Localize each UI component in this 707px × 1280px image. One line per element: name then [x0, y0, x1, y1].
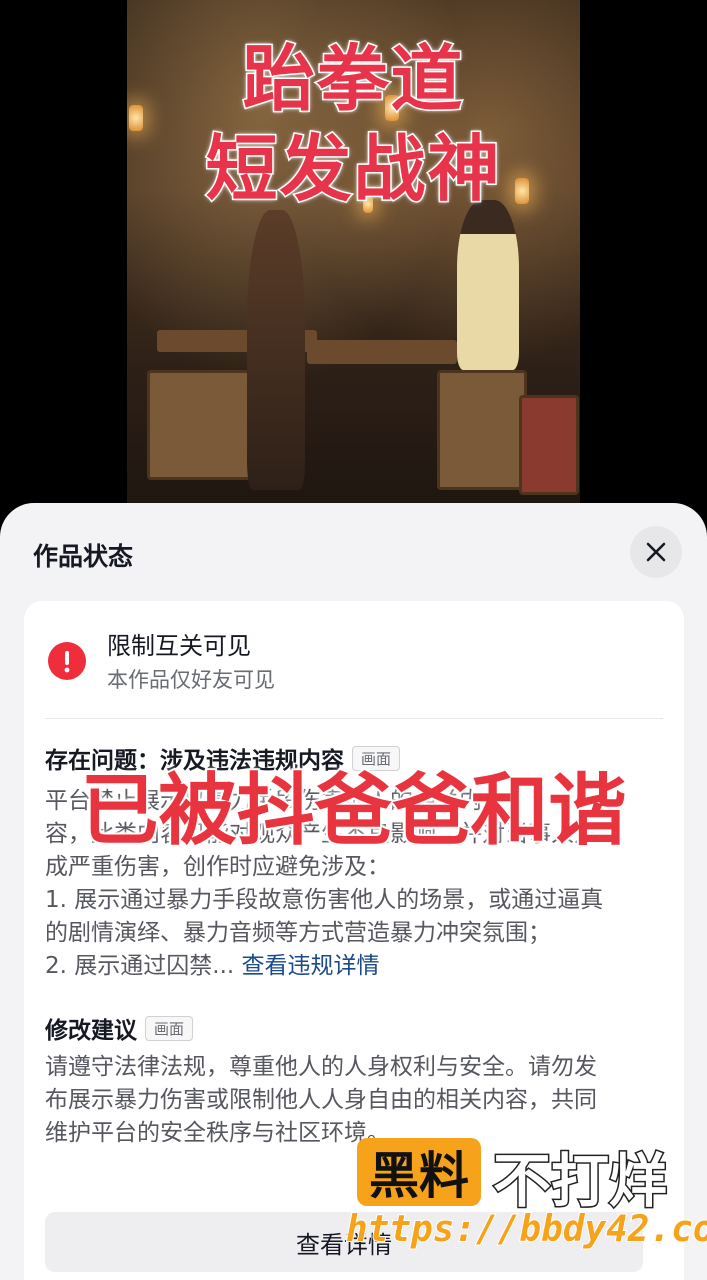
problem-line: 的剧情演绎、暴力音频等方式营造暴力冲突氛围； [45, 920, 551, 946]
suggestion-line: 请遵守法律法规，尊重他人的人身权利与安全。请勿发 [45, 1054, 597, 1080]
brand-url: https://bbdy42.com [345, 1208, 707, 1251]
status-label: 限制互关可见 [107, 632, 251, 660]
problem-line-last: 2. 展示通过囚禁... 查看违规详情 [45, 950, 665, 983]
close-icon [646, 542, 666, 562]
video-overlay-title-line2: 短发战神 [204, 126, 502, 213]
chair-decor [147, 370, 252, 480]
view-violation-details-link[interactable]: 查看违规详情 [242, 953, 380, 979]
chair-decor [437, 370, 527, 490]
person-figure [457, 200, 519, 370]
problem-line: 2. 展示通过囚禁... [45, 953, 235, 979]
divider [45, 718, 663, 719]
brand-tail: 不打烊 [491, 1146, 668, 1217]
status-sublabel: 本作品仅好友可见 [107, 668, 275, 692]
exclamation-icon [48, 642, 86, 680]
suggestion-line: 布展示暴力伤害或限制他人人身自由的相关内容，共同 [45, 1087, 597, 1113]
sheet-title: 作品状态 [33, 542, 134, 571]
suggestion-heading-text: 修改建议 [45, 1018, 137, 1044]
video-player[interactable]: 跆拳道 短发战神 [0, 0, 707, 540]
problem-line: 1. 展示通过暴力手段故意伤害他人的场景，或通过逼真 [45, 887, 604, 913]
close-button[interactable] [630, 526, 682, 578]
suggestion-heading: 修改建议 画面 [45, 1011, 194, 1045]
caption-overlay: 已被抖爸爸和谐 [78, 764, 628, 858]
person-figure [247, 210, 305, 490]
chair-decor [519, 395, 579, 495]
brand-badge: 黑料 [357, 1138, 481, 1206]
table-decor [307, 340, 457, 364]
suggestion-tag: 画面 [145, 1015, 194, 1041]
